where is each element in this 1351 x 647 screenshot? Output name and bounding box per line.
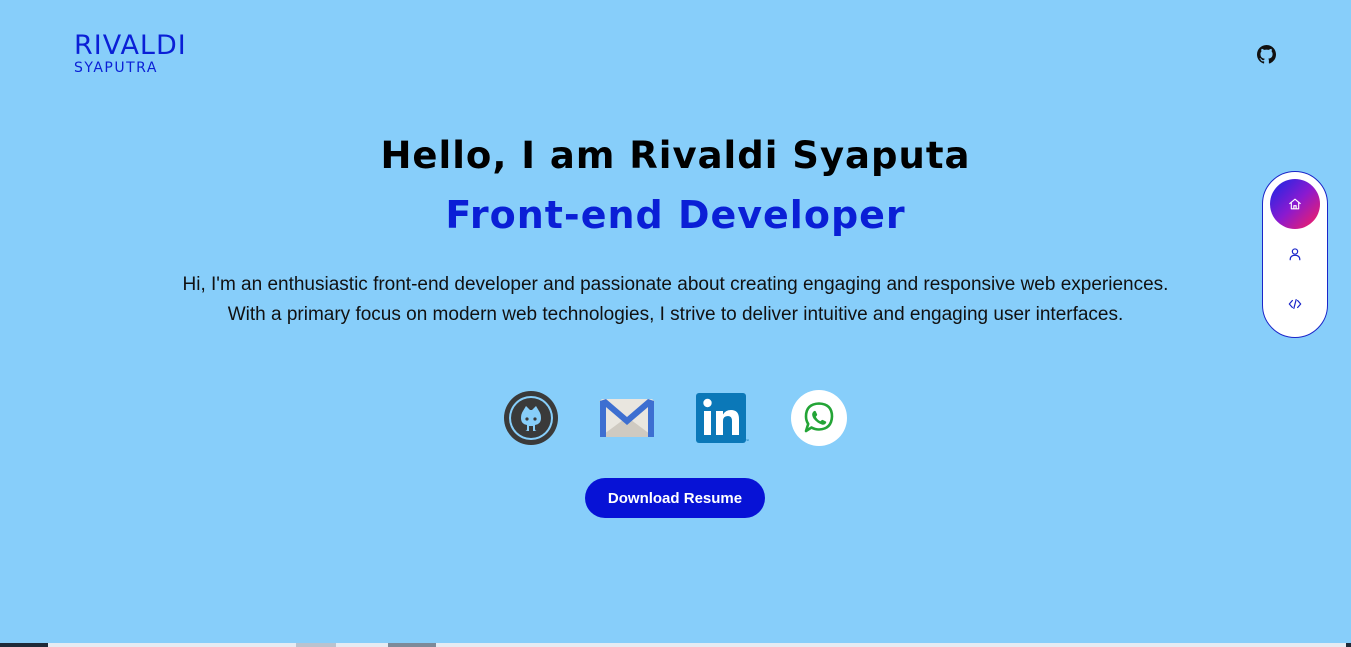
hero-role: Front-end Developer: [445, 193, 906, 237]
linkedin-link[interactable]: ™: [694, 389, 752, 447]
hero-description: Hi, I'm an enthusiastic front-end develo…: [182, 274, 1169, 325]
next-section-edge: [0, 643, 1351, 647]
logo[interactable]: RIVALDI SYAPUTRA: [74, 32, 187, 75]
github-link[interactable]: [502, 389, 560, 447]
github-icon[interactable]: [1257, 45, 1276, 64]
page: RIVALDI SYAPUTRA Hello, I am Rivaldi Sya…: [0, 0, 1351, 647]
mail-icon: [599, 399, 655, 437]
logo-sub-text: SYAPUTRA: [74, 60, 158, 76]
social-links: ™: [500, 389, 850, 447]
logo-main-text: RIVALDI: [74, 30, 187, 61]
side-nav: [1262, 171, 1328, 338]
nav-item-projects[interactable]: [1270, 279, 1320, 329]
linkedin-icon: ™: [696, 393, 749, 443]
hero-title: Hello, I am Rivaldi Syaputa: [380, 134, 971, 177]
nav-item-about[interactable]: [1270, 229, 1320, 279]
home-icon: [1289, 198, 1301, 210]
email-link[interactable]: [598, 389, 656, 447]
download-resume-button[interactable]: Download Resume: [585, 478, 765, 518]
user-icon: [1289, 248, 1301, 261]
github-icon: [504, 391, 558, 445]
whatsapp-link[interactable]: [790, 389, 848, 447]
svg-text:™: ™: [745, 438, 749, 443]
whatsapp-icon: [791, 390, 847, 446]
code-icon: [1288, 299, 1302, 309]
nav-item-home[interactable]: [1270, 179, 1320, 229]
